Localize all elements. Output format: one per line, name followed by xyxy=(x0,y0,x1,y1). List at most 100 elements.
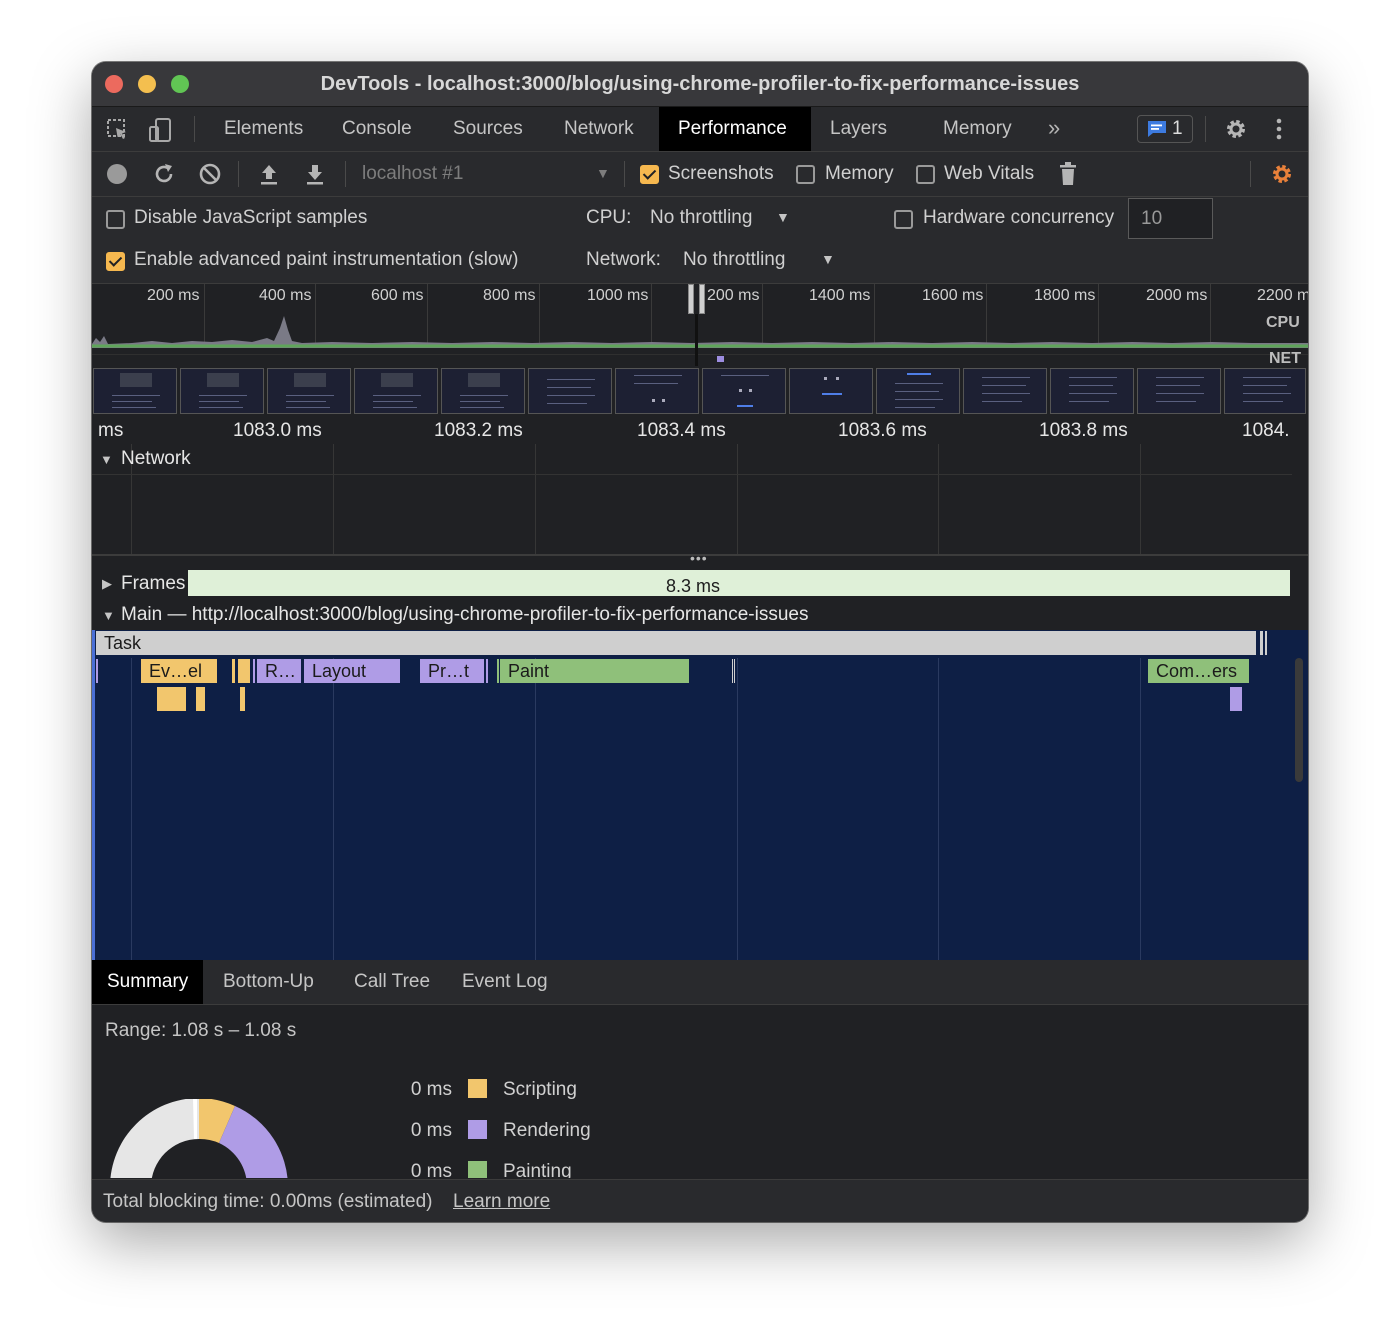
settings-gear-icon[interactable] xyxy=(1223,116,1249,142)
event-bar-scripting[interactable]: Ev…el xyxy=(141,659,217,683)
screenshot-thumbnail[interactable] xyxy=(789,368,873,414)
frames-track-header[interactable]: ▶ Frames xyxy=(96,570,188,596)
thumbnail-line xyxy=(895,407,935,408)
screenshot-thumbnail[interactable] xyxy=(528,368,612,414)
thumbnail-line xyxy=(286,401,326,402)
event-bar-layout[interactable]: Layout xyxy=(304,659,400,683)
screenshot-thumbnail[interactable] xyxy=(441,368,525,414)
tab-elements[interactable]: Elements xyxy=(205,107,322,151)
issues-counter-button[interactable]: 1 xyxy=(1137,115,1193,143)
detail-time-ruler: ms 1083.0 ms 1083.2 ms 1083.4 ms 1083.6 … xyxy=(92,416,1308,444)
upload-profile-icon[interactable] xyxy=(258,162,280,186)
resize-handle-icon[interactable]: ••• xyxy=(690,550,708,566)
toolbar-separator xyxy=(624,161,625,187)
overview-selection-window[interactable] xyxy=(688,284,708,366)
event-sliver[interactable] xyxy=(732,659,733,683)
screenshot-thumbnail[interactable] xyxy=(267,368,351,414)
task-bar-sliver[interactable] xyxy=(1260,631,1263,655)
event-sliver[interactable] xyxy=(238,659,250,683)
advanced-paint-checkbox[interactable] xyxy=(106,252,125,271)
cpu-throttling-select[interactable]: No throttling ▼ xyxy=(642,197,802,239)
screenshot-thumbnail[interactable] xyxy=(963,368,1047,414)
main-track-header[interactable]: ▼ Main — http://localhost:3000/blog/usin… xyxy=(92,598,1308,630)
event-sliver[interactable] xyxy=(96,659,98,683)
more-tabs-chevron-icon[interactable]: » xyxy=(1048,115,1060,141)
thumbnail-line xyxy=(1069,401,1109,402)
screenshot-thumbnail[interactable] xyxy=(1050,368,1134,414)
hardware-concurrency-input[interactable]: 10 xyxy=(1128,198,1213,239)
more-options-kebab-icon[interactable] xyxy=(1275,117,1283,141)
tab-bottom-up[interactable]: Bottom-Up xyxy=(208,960,329,1004)
device-toolbar-icon[interactable] xyxy=(148,117,174,143)
overview-tick-label: 200 ms xyxy=(707,287,760,304)
record-button-icon[interactable] xyxy=(107,164,127,184)
screenshot-thumbnail[interactable] xyxy=(876,368,960,414)
frame-bar[interactable]: 8.3 ms xyxy=(96,570,1290,596)
event-sliver[interactable] xyxy=(734,659,735,683)
main-thread-flame-chart[interactable]: ▼ Main — http://localhost:3000/blog/usin… xyxy=(92,598,1308,960)
triangle-down-icon: ▼ xyxy=(102,608,115,623)
memory-checkbox[interactable] xyxy=(796,165,815,184)
event-sliver[interactable] xyxy=(253,659,255,683)
network-throttling-select[interactable]: No throttling ▼ xyxy=(675,239,845,281)
tab-console[interactable]: Console xyxy=(323,107,431,151)
timeline-overview[interactable]: 200 ms 400 ms 600 ms 800 ms 1000 ms 200 … xyxy=(92,284,1308,414)
learn-more-link[interactable]: Learn more xyxy=(453,1191,550,1213)
window-title: DevTools - localhost:3000/blog/using-chr… xyxy=(320,73,1080,95)
event-bar-paint[interactable]: Paint xyxy=(500,659,689,683)
screenshot-thumbnail[interactable] xyxy=(354,368,438,414)
tab-performance[interactable]: Performance xyxy=(659,107,811,151)
tab-summary[interactable]: Summary xyxy=(92,960,204,1004)
event-sliver[interactable] xyxy=(497,659,499,683)
selection-handle-left[interactable] xyxy=(688,284,694,314)
screenshot-thumbnail[interactable] xyxy=(702,368,786,414)
event-child-scripting[interactable] xyxy=(196,687,205,711)
screenshots-label: Screenshots xyxy=(668,163,774,184)
tab-event-log[interactable]: Event Log xyxy=(447,960,563,1004)
task-bar-sliver[interactable] xyxy=(1265,631,1267,655)
grid-line xyxy=(938,444,939,554)
rendering-time: 0 ms xyxy=(410,1120,452,1141)
hardware-concurrency-checkbox[interactable] xyxy=(894,210,913,229)
thumbnail-line xyxy=(1156,401,1196,402)
event-sliver[interactable] xyxy=(232,659,235,683)
event-child-rendering[interactable] xyxy=(1230,687,1242,711)
tab-call-tree[interactable]: Call Tree xyxy=(339,960,445,1004)
reload-record-icon[interactable] xyxy=(152,162,176,186)
event-bar-recalc-style[interactable]: R… xyxy=(257,659,301,683)
event-bar-composite-layers[interactable]: Com…ers xyxy=(1148,659,1249,683)
inspect-element-icon[interactable] xyxy=(106,118,130,142)
tab-layers[interactable]: Layers xyxy=(811,107,906,151)
trash-icon[interactable] xyxy=(1058,161,1078,187)
screenshot-thumbnail[interactable] xyxy=(93,368,177,414)
flame-chart-scrollbar[interactable] xyxy=(1295,658,1303,782)
title-bar: DevTools - localhost:3000/blog/using-chr… xyxy=(92,62,1308,107)
thumbnail-line xyxy=(895,391,939,392)
target-select[interactable]: localhost #1 ▼ xyxy=(354,152,610,196)
event-sliver[interactable] xyxy=(486,659,488,683)
tab-sources[interactable]: Sources xyxy=(434,107,542,151)
screenshot-thumbnail[interactable] xyxy=(1224,368,1306,414)
rendering-label: Rendering xyxy=(503,1120,591,1141)
capture-settings-gear-icon[interactable] xyxy=(1269,161,1295,187)
ruler-label: 1083.2 ms xyxy=(434,420,523,441)
disable-js-samples-checkbox[interactable] xyxy=(106,210,125,229)
download-profile-icon[interactable] xyxy=(304,162,326,186)
event-bar-prepaint[interactable]: Pr…t xyxy=(420,659,484,683)
screenshot-thumbnail[interactable] xyxy=(615,368,699,414)
web-vitals-checkbox[interactable] xyxy=(916,165,935,184)
painting-swatch xyxy=(468,1161,487,1178)
rendering-swatch xyxy=(468,1120,487,1139)
selection-handle-right[interactable] xyxy=(699,284,705,314)
screenshot-thumbnail[interactable] xyxy=(180,368,264,414)
screenshots-checkbox[interactable] xyxy=(640,165,659,184)
tab-network[interactable]: Network xyxy=(545,107,653,151)
event-child-scripting[interactable] xyxy=(240,687,245,711)
tab-memory[interactable]: Memory xyxy=(924,107,1031,151)
thumbnail-line xyxy=(199,407,243,408)
screenshot-thumbnail[interactable] xyxy=(1137,368,1221,414)
clear-ban-icon[interactable] xyxy=(198,162,222,186)
task-bar[interactable]: Task xyxy=(96,631,1256,655)
selection-edge xyxy=(92,598,95,960)
event-child-scripting[interactable] xyxy=(157,687,186,711)
